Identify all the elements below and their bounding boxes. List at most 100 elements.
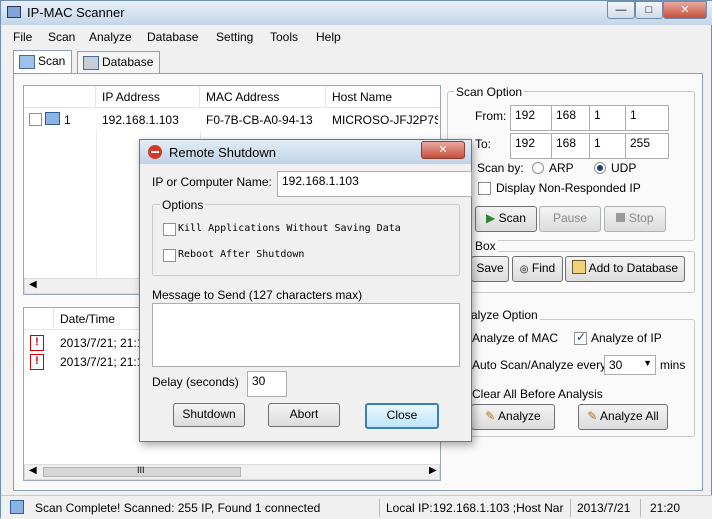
analyze-button-label: Analyze	[498, 409, 541, 423]
tab-database[interactable]: Database	[77, 51, 161, 73]
horizontal-scrollbar[interactable]: ◀ III ▶	[24, 464, 440, 480]
row-host: MICROSO-JFJ2P7S	[332, 113, 438, 127]
close-button[interactable]: ✕	[663, 1, 707, 19]
menu-help[interactable]: Help	[316, 30, 341, 44]
menu-tools[interactable]: Tools	[270, 30, 298, 44]
table-row[interactable]: 1 192.168.1.103 F0-7B-CB-A0-94-13 MICROS…	[24, 108, 440, 130]
log-datetime: 2013/7/21; 21:1	[60, 336, 144, 350]
scan-by-label: Scan by:	[477, 161, 524, 175]
dialog-close-button[interactable]: Close	[365, 403, 439, 429]
scroll-grip: III	[137, 465, 145, 475]
add-database-icon	[571, 260, 586, 274]
tab-scan-label: Scan	[38, 54, 66, 68]
stop-icon	[616, 213, 626, 222]
to-label: To:	[475, 137, 492, 151]
status-divider	[379, 499, 380, 517]
scan-tab-icon	[19, 55, 35, 69]
menu-file[interactable]: File	[13, 30, 32, 44]
scroll-right-icon[interactable]: ▶	[429, 465, 437, 476]
display-non-responded-checkbox[interactable]	[478, 182, 491, 195]
ip-input[interactable]: 192.168.1.103	[277, 171, 472, 197]
scroll-left-icon[interactable]: ◀	[29, 279, 37, 290]
tab-database-label: Database	[102, 55, 154, 69]
scan-button[interactable]: ▶ Scan	[475, 206, 537, 232]
add-to-database-button[interactable]: Add to Database	[565, 256, 685, 282]
column-header-icon	[24, 308, 54, 330]
analyze-ip-checkbox[interactable]	[574, 330, 587, 345]
menu-bar: File Scan Analyze Database Setting Tools…	[1, 27, 712, 47]
computer-icon	[10, 500, 24, 514]
status-divider	[640, 499, 641, 517]
add-to-database-label: Add to Database	[588, 261, 679, 275]
find-button[interactable]: ◎ Find	[512, 256, 563, 282]
log-datetime: 2013/7/21; 21:1	[60, 355, 144, 369]
arp-radio[interactable]	[532, 162, 544, 174]
row-mac: F0-7B-CB-A0-94-13	[206, 113, 313, 127]
options-title: Options	[160, 198, 206, 212]
menu-scan[interactable]: Scan	[48, 30, 75, 44]
column-divider	[96, 130, 97, 280]
binoculars-icon: ◎	[519, 264, 529, 275]
scroll-left-icon[interactable]: ◀	[29, 465, 37, 476]
row-checkbox[interactable]	[29, 113, 42, 126]
shutdown-button[interactable]: Shutdown	[173, 403, 245, 427]
delay-input[interactable]: 30	[247, 371, 287, 397]
analyze-all-button[interactable]: ✎ Analyze All	[578, 404, 668, 430]
message-textarea[interactable]	[152, 303, 460, 367]
play-icon: ▶	[486, 211, 496, 225]
column-header-ip[interactable]: IP Address	[96, 86, 200, 108]
save-button[interactable]: Save	[471, 256, 509, 282]
tab-scan[interactable]: Scan	[13, 50, 73, 74]
status-time: 21:20	[650, 501, 681, 515]
kill-apps-checkbox[interactable]	[163, 223, 176, 236]
status-message: Scan Complete! Scanned: 255 IP, Found 1 …	[35, 501, 321, 515]
scan-button-label: Scan	[498, 211, 526, 225]
stop-button[interactable]: Stop	[604, 206, 666, 232]
analyze-icon: ✎	[485, 409, 496, 423]
column-header-host[interactable]: Host Name	[326, 86, 440, 108]
menu-database[interactable]: Database	[147, 30, 198, 44]
udp-radio[interactable]	[594, 162, 606, 174]
warning-icon: !	[30, 335, 44, 351]
shutdown-icon	[148, 145, 162, 159]
arp-label: ARP	[549, 161, 574, 175]
kill-apps-label: Kill Applications Without Saving Data	[178, 223, 401, 234]
status-bar: Scan Complete! Scanned: 255 IP, Found 1 …	[1, 495, 712, 519]
status-local-ip: Local IP:192.168.1.103 ;Host Nar	[386, 501, 564, 515]
clear-all-label: Clear All Before Analysis	[472, 387, 603, 401]
abort-button[interactable]: Abort	[268, 403, 340, 427]
remote-shutdown-dialog: Remote Shutdown ✕ IP or Computer Name: 1…	[139, 139, 472, 442]
from-octet-4[interactable]: 1	[625, 105, 669, 131]
analyze-button[interactable]: ✎ Analyze	[471, 404, 555, 430]
computer-icon	[45, 112, 60, 125]
ip-label: IP or Computer Name:	[152, 175, 272, 189]
display-non-responded-label: Display Non-Responded IP	[496, 181, 641, 195]
column-header-mac[interactable]: MAC Address	[200, 86, 326, 108]
stop-button-label: Stop	[628, 211, 654, 225]
find-button-label: Find	[531, 261, 556, 275]
menu-setting[interactable]: Setting	[216, 30, 253, 44]
status-date: 2013/7/21	[577, 501, 631, 515]
reboot-checkbox[interactable]	[163, 249, 176, 262]
app-icon	[7, 6, 21, 18]
dialog-close-icon[interactable]: ✕	[421, 141, 465, 159]
database-tab-icon	[83, 56, 99, 70]
warning-icon: !	[30, 354, 44, 370]
chevron-down-icon: ▼	[643, 358, 652, 368]
dialog-title: Remote Shutdown	[169, 145, 276, 160]
to-octet-3[interactable]: 1	[589, 133, 629, 159]
maximize-button[interactable]: □	[635, 1, 663, 19]
minimize-button[interactable]: —	[607, 1, 635, 19]
pause-button[interactable]: Pause	[539, 206, 601, 232]
window-title: IP-MAC Scanner	[27, 5, 125, 20]
interval-select[interactable]: 30 ▼	[604, 355, 656, 375]
scan-option-title: Scan Option	[454, 85, 525, 99]
options-group	[152, 204, 460, 276]
analyze-ip-label: Analyze of IP	[591, 331, 662, 345]
auto-scan-label: Auto Scan/Analyze every	[472, 358, 607, 372]
to-octet-4[interactable]: 255	[625, 133, 669, 159]
reboot-label: Reboot After Shutdown	[178, 249, 305, 260]
analyze-option-title: alyze Option	[469, 308, 540, 322]
menu-analyze[interactable]: Analyze	[89, 30, 132, 44]
from-octet-3[interactable]: 1	[589, 105, 629, 131]
